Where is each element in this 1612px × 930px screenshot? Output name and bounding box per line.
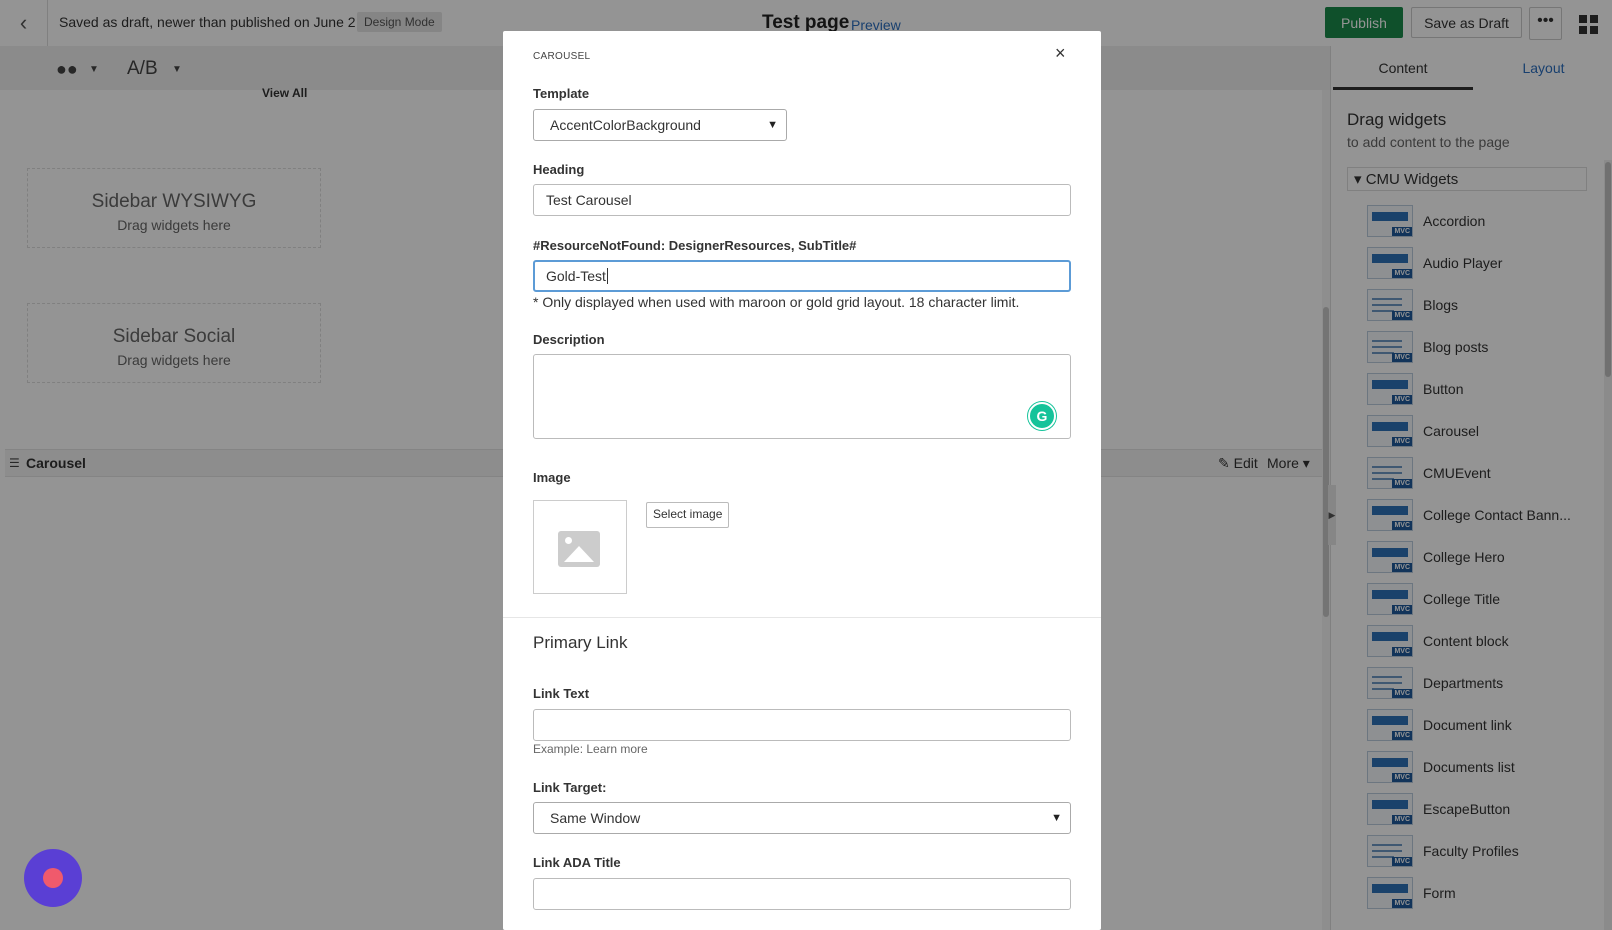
link-text-input[interactable]	[533, 709, 1071, 741]
subtitle-help: * Only displayed when used with maroon o…	[533, 294, 1020, 310]
primary-link-heading: Primary Link	[533, 633, 628, 652]
link-target-select[interactable]: Same Window ▼	[533, 802, 1071, 834]
link-ada-title-input[interactable]	[533, 878, 1071, 910]
chevron-down-icon: ▼	[767, 119, 778, 131]
subtitle-input[interactable]: Gold-Test	[533, 260, 1071, 292]
image-placeholder	[533, 500, 627, 594]
heading-input[interactable]: Test Carousel	[533, 184, 1071, 216]
link-text-example: Example: Learn more	[533, 742, 648, 756]
subtitle-value: Gold-Test	[546, 268, 606, 284]
image-icon	[558, 531, 600, 567]
link-text-label: Link Text	[533, 686, 590, 701]
chat-icon	[43, 868, 63, 888]
heading-label: Heading	[533, 162, 585, 177]
description-textarea[interactable]: G	[533, 354, 1071, 439]
description-label: Description	[533, 332, 605, 347]
close-icon[interactable]: ×	[1055, 43, 1066, 64]
image-label: Image	[533, 470, 571, 485]
template-value: AccentColorBackground	[550, 117, 701, 133]
carousel-edit-dialog: CAROUSEL × Template AccentColorBackgroun…	[503, 31, 1101, 930]
link-target-label: Link Target:	[533, 780, 607, 795]
subtitle-label: #ResourceNotFound: DesignerResources, Su…	[533, 238, 857, 253]
grammarly-icon[interactable]: G	[1028, 402, 1056, 430]
dialog-kicker: CAROUSEL	[533, 51, 591, 62]
chevron-down-icon: ▼	[1051, 812, 1062, 824]
template-label: Template	[533, 86, 590, 101]
chat-launcher-button[interactable]	[24, 849, 82, 907]
select-image-button[interactable]: Select image	[646, 502, 730, 528]
link-target-value: Same Window	[550, 810, 641, 826]
section-divider	[503, 617, 1101, 618]
template-select[interactable]: AccentColorBackground ▼	[533, 109, 787, 141]
link-ada-label: Link ADA Title	[533, 855, 621, 870]
